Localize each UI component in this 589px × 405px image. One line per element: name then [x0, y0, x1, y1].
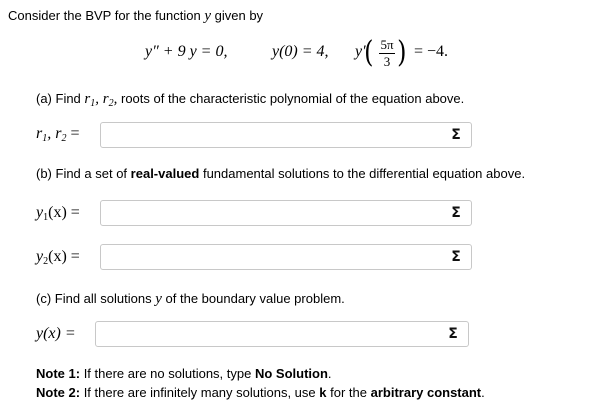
initial-condition-1: y(0) = 4, — [272, 43, 329, 60]
part-c-prompt: (c) Find all solutions y of the boundary… — [36, 291, 345, 307]
left-paren: ( — [364, 35, 374, 70]
ode-equation: y″ + 9 y = 0, — [145, 43, 228, 60]
initial-condition-2-rhs: = −4. — [414, 43, 449, 60]
fraction: 5π 3 — [379, 37, 395, 69]
y1-label: y1(x) = — [36, 204, 80, 223]
part-a-prompt: (a) Find r1, r2, roots of the characteri… — [36, 91, 465, 109]
sigma-icon[interactable]: Σ — [445, 124, 467, 146]
note-1: Note 1: If there are no solutions, type … — [36, 366, 332, 381]
part-a-label: r1, r2 = — [36, 125, 80, 144]
sigma-icon[interactable]: Σ — [445, 202, 467, 224]
solution-input[interactable]: Σ — [95, 321, 469, 347]
y2-input[interactable]: Σ — [100, 244, 472, 270]
sigma-icon[interactable]: Σ — [442, 323, 464, 345]
part-b-prompt: (b) Find a set of real-valued fundamenta… — [36, 166, 526, 181]
y2-label: y2(x) = — [36, 248, 80, 267]
intro-text: Consider the BVP for the function y give… — [8, 8, 264, 24]
part-c-label: y(x) = — [36, 325, 76, 342]
roots-input[interactable]: Σ — [100, 122, 472, 148]
right-paren: ) — [397, 35, 407, 70]
note-2: Note 2: If there are infinitely many sol… — [36, 385, 485, 400]
y1-input[interactable]: Σ — [100, 200, 472, 226]
sigma-icon[interactable]: Σ — [445, 246, 467, 268]
